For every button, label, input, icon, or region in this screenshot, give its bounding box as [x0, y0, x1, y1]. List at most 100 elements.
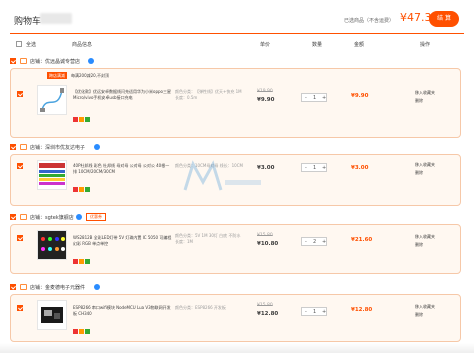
- item-amount: ¥12.80: [351, 307, 373, 313]
- cart-count-blurred: [40, 13, 72, 24]
- wangwang-icon[interactable]: [76, 214, 82, 220]
- service-badge-icon: [73, 187, 78, 192]
- quantity-stepper[interactable]: - 1 +: [301, 93, 327, 102]
- quantity-stepper[interactable]: - 1 +: [301, 307, 327, 316]
- product-name[interactable]: 40P杜邦线 彩色 杜邦线 母对母 公对母 公对公 40根一排 10CM/20C…: [73, 163, 173, 175]
- shop-checkbox[interactable]: [10, 284, 16, 290]
- delete-link[interactable]: 删除: [415, 169, 423, 176]
- increment-button[interactable]: +: [322, 95, 326, 101]
- service-badge-icon: [85, 117, 90, 122]
- quantity-stepper[interactable]: - 2 +: [301, 237, 327, 246]
- quantity-value[interactable]: 1: [313, 95, 316, 101]
- decrement-button[interactable]: -: [305, 165, 307, 171]
- product-thumbnail[interactable]: [37, 160, 67, 190]
- service-badge-icon: [73, 117, 78, 122]
- move-to-favorites-link[interactable]: 移入收藏夹: [415, 89, 435, 96]
- shop-icon: [20, 284, 27, 290]
- esp8266-board-image: [41, 307, 63, 323]
- shop-header: 店铺：sgtek旗舰店 优惠券: [10, 213, 464, 223]
- decrement-button[interactable]: -: [305, 309, 307, 315]
- cart-item: WS2812B 全彩LED灯带 5V 灯珠内置 IC 5050 可编程 幻彩 R…: [10, 224, 461, 274]
- product-thumbnail[interactable]: [37, 230, 67, 260]
- service-badge-icon: [85, 187, 90, 192]
- decrement-button[interactable]: -: [305, 95, 307, 101]
- service-badge-icon: [79, 117, 84, 122]
- shop-header: 店铺：优远晶诚专营店: [10, 57, 464, 67]
- select-all-checkbox[interactable]: [16, 41, 22, 47]
- service-badge-icon: [85, 259, 90, 264]
- item-checkbox[interactable]: [17, 305, 23, 311]
- product-thumbnail[interactable]: [37, 300, 67, 330]
- move-to-favorites-link[interactable]: 移入收藏夹: [415, 303, 435, 310]
- product-name[interactable]: 【优化款】优远安卓数据线闪充适用华为小米oppo三星Micro/vivo手机安卓…: [73, 89, 173, 101]
- select-all-label[interactable]: 全选: [26, 41, 36, 48]
- quantity-stepper[interactable]: - 1 +: [301, 163, 327, 172]
- shop-icon: [20, 58, 27, 64]
- shop-header: 店铺：深圳市优友达电子: [10, 143, 464, 153]
- move-to-favorites-link[interactable]: 移入收藏夹: [415, 161, 435, 168]
- settle-button[interactable]: 结 算: [429, 11, 459, 27]
- product-name[interactable]: ESP8266 串口wifi模块 NodeMCU Lua V3物联网开发板 CH…: [73, 305, 173, 317]
- unit-price: ¥10.80: [257, 241, 279, 247]
- jumper-wire-image: [39, 163, 65, 185]
- shop-name[interactable]: 店铺：深圳市优友达电子: [30, 144, 85, 151]
- col-product-info: 商品信息: [72, 42, 93, 48]
- increment-button[interactable]: +: [322, 309, 326, 315]
- move-to-favorites-link[interactable]: 移入收藏夹: [415, 233, 435, 240]
- product-thumbnail[interactable]: [37, 85, 67, 115]
- service-icons: [73, 329, 91, 334]
- original-price: ¥19.90: [257, 89, 273, 94]
- increment-button[interactable]: +: [322, 165, 326, 171]
- delete-link[interactable]: 删除: [415, 97, 423, 104]
- header-divider: [10, 33, 464, 34]
- shop-header: 店铺：金麦德电子元器件: [10, 283, 464, 293]
- wangwang-icon[interactable]: [94, 284, 100, 290]
- original-price: ¥15.80: [257, 303, 273, 308]
- shop-checkbox[interactable]: [10, 144, 16, 150]
- item-checkbox[interactable]: [17, 163, 23, 169]
- product-spec: 颜色分类：【弹性线】优天+快充 1M 长度：0.5m: [175, 89, 242, 100]
- shop-name[interactable]: 店铺：金麦德电子元器件: [30, 284, 85, 291]
- column-header: 全选 商品信息 单价 数量 金额 操作: [10, 38, 464, 50]
- shop-name[interactable]: 店铺：sgtek旗舰店: [30, 214, 74, 221]
- delete-link[interactable]: 删除: [415, 241, 423, 248]
- increment-button[interactable]: +: [322, 239, 326, 245]
- cart-topbar: 购物车 已选商品（不含运费） ¥47.30 结 算: [0, 0, 474, 30]
- original-price: ¥15.80: [257, 233, 273, 238]
- selected-label: 已选商品（不含运费）: [344, 18, 395, 24]
- quantity-value[interactable]: 1: [313, 309, 316, 315]
- shop-checkbox[interactable]: [10, 214, 16, 220]
- unit-price: ¥9.90: [257, 97, 275, 103]
- coupon-button[interactable]: 优惠券: [86, 213, 106, 221]
- wangwang-icon[interactable]: [88, 58, 94, 64]
- promo-text: 每满200减20,不封顶: [71, 73, 109, 78]
- col-operation: 操作: [420, 42, 431, 48]
- product-spec: 颜色分类：5V 1M 30灯 白底 不防水 长度：1M: [175, 233, 241, 244]
- service-icons: [73, 117, 91, 122]
- unit-price: ¥12.80: [257, 311, 279, 317]
- service-icons: [73, 187, 91, 192]
- shop-name[interactable]: 店铺：优远晶诚专营店: [30, 58, 80, 65]
- delete-link[interactable]: 删除: [415, 311, 423, 318]
- watermark-logo: [183, 160, 261, 191]
- quantity-value[interactable]: 2: [313, 239, 316, 245]
- bottom-fade: [0, 343, 474, 353]
- item-checkbox[interactable]: [17, 91, 23, 97]
- shop-icon: [20, 144, 27, 150]
- col-unit-price: 单价: [260, 42, 271, 48]
- service-badge-icon: [79, 187, 84, 192]
- col-amount: 金额: [354, 42, 365, 48]
- item-amount: ¥21.60: [351, 237, 373, 243]
- item-checkbox[interactable]: [17, 235, 23, 241]
- col-quantity: 数量: [312, 42, 323, 48]
- wangwang-icon[interactable]: [94, 144, 100, 150]
- product-name[interactable]: WS2812B 全彩LED灯带 5V 灯珠内置 IC 5050 可编程 幻彩 R…: [73, 235, 173, 247]
- product-spec: 颜色分类：ESP8266 开发板: [175, 305, 226, 310]
- service-badge-icon: [79, 329, 84, 334]
- led-strip-image: [38, 231, 66, 259]
- quantity-value[interactable]: 1: [313, 165, 316, 171]
- shop-checkbox[interactable]: [10, 58, 16, 64]
- shop-icon: [20, 214, 27, 220]
- decrement-button[interactable]: -: [305, 239, 307, 245]
- item-amount: ¥3.00: [351, 165, 369, 171]
